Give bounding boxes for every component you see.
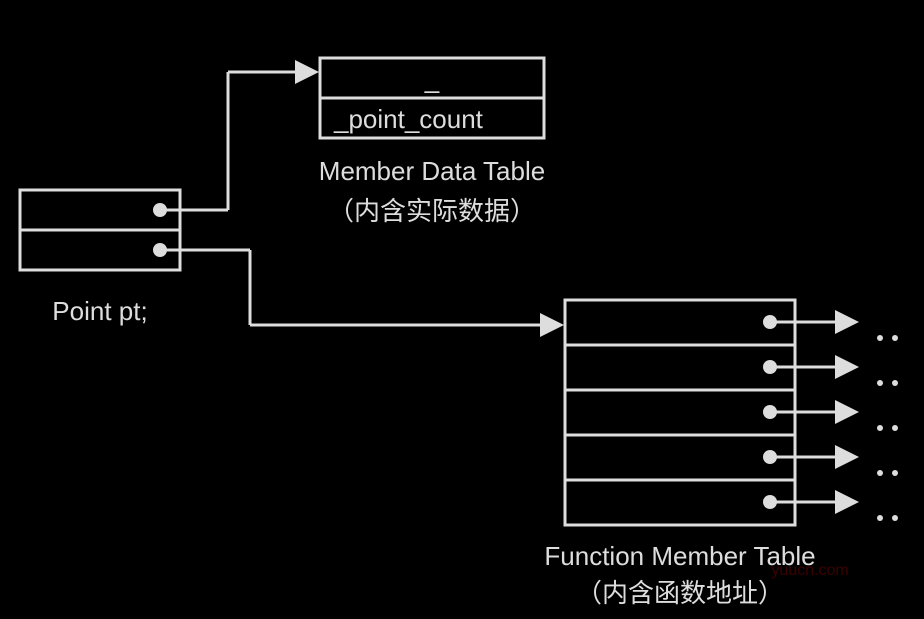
function-member-table <box>565 300 795 525</box>
member-data-table: _ _point_count <box>320 58 544 138</box>
mdt-subtitle: （内含实际数据） <box>328 196 536 226</box>
watermark: yuucn.com <box>771 562 848 579</box>
mdt-title: Member Data Table <box>319 156 545 186</box>
object-label: Point pt; <box>52 296 147 326</box>
fmt-subtitle: （内含函数地址） <box>576 578 784 608</box>
ellipsis-dots <box>877 335 898 521</box>
object-pt <box>20 190 180 270</box>
mdt-row-0: _ <box>424 64 440 94</box>
diagram-canvas: Point pt; _ _point_count Member Data Tab… <box>0 0 924 619</box>
fmt-row-arrows <box>770 322 855 502</box>
arrow-pt-to-fmt <box>160 250 560 325</box>
arrow-pt-to-mdt <box>160 72 315 210</box>
mdt-row-1: _point_count <box>333 104 484 134</box>
